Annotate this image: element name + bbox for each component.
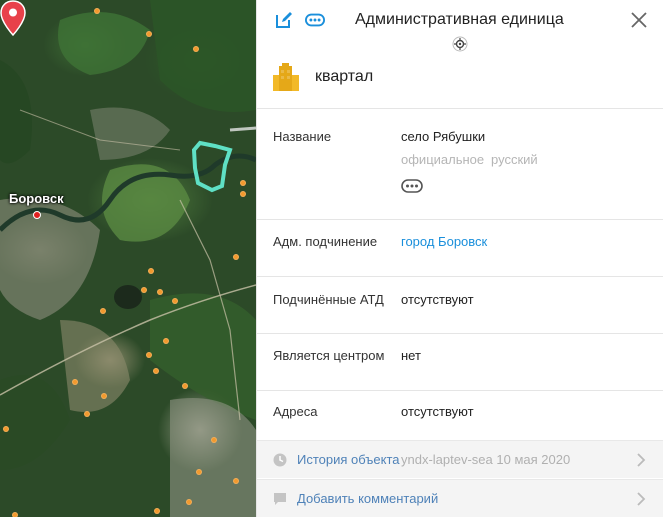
building-icon <box>273 63 299 91</box>
poi-marker[interactable] <box>12 512 18 517</box>
field-child-atd-label: Подчинённые АТД <box>273 292 384 307</box>
poi-marker[interactable] <box>240 191 246 197</box>
poi-marker[interactable] <box>146 31 152 37</box>
field-addresses-value: отсутствуют <box>401 404 474 419</box>
history-label[interactable]: История объекта <box>297 452 400 467</box>
add-comment-label[interactable]: Добавить комментарий <box>297 491 438 506</box>
history-author-date: yndx-laptev-sea 10 мая 2020 <box>401 452 571 467</box>
poi-marker[interactable] <box>186 499 192 505</box>
field-is-center-value: нет <box>401 348 421 363</box>
name-language-tag: русский <box>491 152 538 167</box>
field-is-center: Является центром нет <box>257 333 663 391</box>
field-subordination: Адм. подчинение город Боровск <box>257 219 663 277</box>
poi-marker[interactable] <box>240 180 246 186</box>
field-subordination-label: Адм. подчинение <box>273 234 378 249</box>
name-official-tag: официальное <box>401 152 485 167</box>
location-pin-icon[interactable] <box>0 0 26 36</box>
more-names-icon[interactable] <box>401 179 423 193</box>
chevron-right-icon <box>637 453 646 467</box>
locate-on-map-icon[interactable] <box>452 36 468 52</box>
poi-marker[interactable] <box>172 298 178 304</box>
more-options-icon[interactable] <box>305 10 325 30</box>
city-label[interactable]: Боровск <box>9 191 64 206</box>
add-comment-row[interactable]: Добавить комментарий <box>257 479 663 517</box>
poi-marker[interactable] <box>101 393 107 399</box>
poi-marker[interactable] <box>163 338 169 344</box>
panel-header: Административная единица <box>257 0 663 40</box>
poi-marker[interactable] <box>233 254 239 260</box>
edit-icon[interactable] <box>274 10 294 30</box>
field-addresses-label: Адреса <box>273 404 318 419</box>
poi-marker[interactable] <box>94 8 100 14</box>
poi-marker[interactable] <box>100 308 106 314</box>
field-child-atd-value: отсутствуют <box>401 292 474 307</box>
field-addresses: Адреса отсутствуют <box>257 390 663 440</box>
field-name-label: Название <box>273 129 332 144</box>
poi-marker[interactable] <box>233 478 239 484</box>
poi-marker[interactable] <box>153 368 159 374</box>
field-name: Название село Рябушки официальное русски… <box>257 108 663 220</box>
poi-marker[interactable] <box>3 426 9 432</box>
subordination-link[interactable]: город Боровск <box>401 234 487 249</box>
field-is-center-label: Является центром <box>273 348 385 363</box>
close-icon[interactable] <box>630 11 648 29</box>
poi-marker[interactable] <box>157 289 163 295</box>
poi-marker[interactable] <box>211 437 217 443</box>
history-row[interactable]: История объекта yndx-laptev-sea 10 мая 2… <box>257 440 663 478</box>
field-child-atd: Подчинённые АТД отсутствуют <box>257 276 663 334</box>
poi-marker[interactable] <box>182 383 188 389</box>
poi-marker[interactable] <box>154 508 160 514</box>
city-marker[interactable] <box>33 211 41 219</box>
clock-icon <box>273 453 287 467</box>
poi-marker[interactable] <box>84 411 90 417</box>
object-type-row: квартал <box>257 54 663 109</box>
map-view[interactable]: Боровск <box>0 0 256 517</box>
poi-marker[interactable] <box>141 287 147 293</box>
poi-marker[interactable] <box>193 46 199 52</box>
poi-marker[interactable] <box>196 469 202 475</box>
poi-marker[interactable] <box>72 379 78 385</box>
field-name-value: село Рябушки <box>401 129 486 144</box>
map-imagery <box>0 0 256 517</box>
poi-marker[interactable] <box>148 268 154 274</box>
object-type-label: квартал <box>315 68 374 85</box>
chevron-right-icon <box>637 492 646 506</box>
comment-icon <box>274 493 286 505</box>
poi-marker[interactable] <box>146 352 152 358</box>
panel-title: Административная единица <box>355 11 564 28</box>
object-panel: Административная единица квартал Названи… <box>256 0 663 517</box>
